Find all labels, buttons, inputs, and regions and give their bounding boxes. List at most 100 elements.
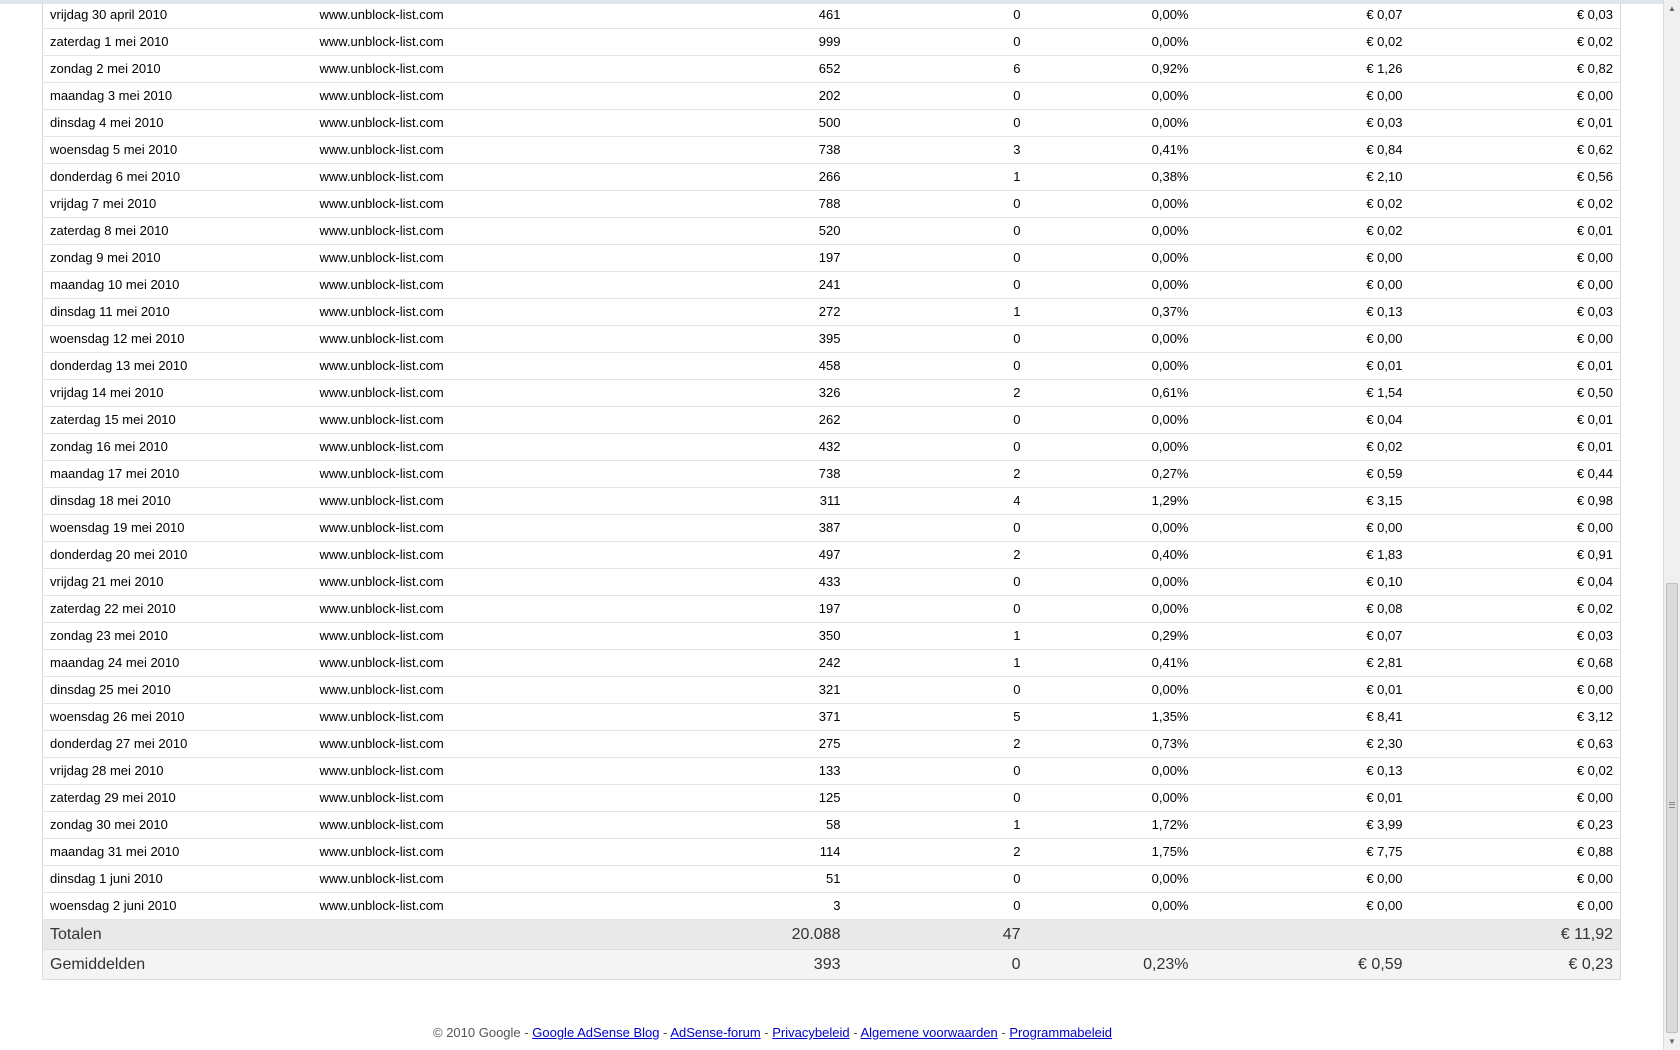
footer-link-adsense-forum[interactable]: AdSense-forum [670,1025,760,1040]
table-row: woensdag 26 mei 2010 www.unblock-list.com… [42,703,1621,731]
totals-views: 20.088 [592,919,848,950]
table-row: maandag 17 mei 2010 www.unblock-list.com 7… [42,460,1621,488]
cell-clicks: 2 [847,730,1028,758]
cell-views: 432 [592,433,848,461]
table-row: vrijdag 14 mei 2010 www.unblock-list.com 3… [42,379,1621,407]
totals-earnings: € 11,92 [1409,919,1621,950]
cell-clicks: 0 [847,352,1028,380]
cell-date: maandag 10 mei 2010 [42,271,313,299]
cell-views: 999 [592,28,848,56]
cell-clicks: 0 [847,568,1028,596]
averages-ecpm: € 0,59 [1195,949,1410,980]
cell-site: www.unblock-list.com [312,703,593,731]
footer-link-terms[interactable]: Algemene voorwaarden [860,1025,997,1040]
table-row: donderdag 6 mei 2010 www.unblock-list.com… [42,163,1621,191]
table-row: maandag 31 mei 2010 www.unblock-list.com 1… [42,838,1621,866]
totals-label: Totalen [42,919,313,950]
table-row: dinsdag 1 juni 2010 www.unblock-list.com 5… [42,865,1621,893]
cell-ctr: 0,00% [1027,217,1196,245]
cell-clicks: 0 [847,676,1028,704]
vertical-scrollbar[interactable]: ▲ ▼ [1663,0,1680,1050]
cell-views: 458 [592,352,848,380]
cell-site: www.unblock-list.com [312,298,593,326]
cell-site: www.unblock-list.com [312,838,593,866]
cell-ecpm: € 3,15 [1195,487,1410,515]
cell-clicks: 0 [847,784,1028,812]
cell-date: woensdag 2 juni 2010 [42,892,313,920]
cell-site: www.unblock-list.com [312,811,593,839]
scroll-up-arrow-icon[interactable]: ▲ [1664,0,1680,17]
cell-earnings: € 0,50 [1409,379,1621,407]
cell-earnings: € 0,03 [1409,298,1621,326]
cell-clicks: 1 [847,649,1028,677]
table-row: maandag 3 mei 2010 www.unblock-list.com 20… [42,82,1621,110]
table-row: donderdag 13 mei 2010 www.unblock-list.co… [42,352,1621,380]
cell-site: www.unblock-list.com [312,433,593,461]
cell-ecpm: € 0,02 [1195,28,1410,56]
cell-ecpm: € 0,00 [1195,244,1410,272]
cell-ecpm: € 0,00 [1195,514,1410,542]
cell-date: vrijdag 30 april 2010 [42,2,313,29]
table-row: maandag 24 mei 2010 www.unblock-list.com 2… [42,649,1621,677]
cell-clicks: 1 [847,163,1028,191]
cell-ecpm: € 7,75 [1195,838,1410,866]
table-row: donderdag 27 mei 2010 www.unblock-list.co… [42,730,1621,758]
scroll-down-arrow-icon[interactable]: ▼ [1664,1033,1680,1050]
cell-ctr: 0,00% [1027,676,1196,704]
cell-date: donderdag 13 mei 2010 [42,352,313,380]
cell-ctr: 0,00% [1027,190,1196,218]
cell-ecpm: € 2,30 [1195,730,1410,758]
cell-site: www.unblock-list.com [312,325,593,353]
cell-site: www.unblock-list.com [312,568,593,596]
cell-date: dinsdag 1 juni 2010 [42,865,313,893]
cell-site: www.unblock-list.com [312,730,593,758]
cell-site: www.unblock-list.com [312,352,593,380]
totals-ecpm [1195,919,1410,950]
cell-ecpm: € 0,03 [1195,109,1410,137]
cell-earnings: € 0,02 [1409,28,1621,56]
cell-earnings: € 0,03 [1409,622,1621,650]
cell-clicks: 4 [847,487,1028,515]
footer-link-program-policies[interactable]: Programmabeleid [1009,1025,1112,1040]
cell-clicks: 0 [847,28,1028,56]
cell-views: 788 [592,190,848,218]
cell-ecpm: € 0,13 [1195,298,1410,326]
cell-site: www.unblock-list.com [312,217,593,245]
cell-ecpm: € 2,81 [1195,649,1410,677]
cell-ctr: 1,29% [1027,487,1196,515]
cell-earnings: € 3,12 [1409,703,1621,731]
cell-clicks: 0 [847,325,1028,353]
cell-date: woensdag 12 mei 2010 [42,325,313,353]
cell-ecpm: € 0,00 [1195,325,1410,353]
cell-views: 500 [592,109,848,137]
cell-earnings: € 0,04 [1409,568,1621,596]
cell-ecpm: € 3,99 [1195,811,1410,839]
cell-ecpm: € 0,08 [1195,595,1410,623]
cell-date: maandag 3 mei 2010 [42,82,313,110]
cell-views: 326 [592,379,848,407]
scrollbar-thumb[interactable] [1666,583,1678,1033]
table-row: maandag 10 mei 2010 www.unblock-list.com 2… [42,271,1621,299]
footer-separator: - [764,1025,769,1040]
cell-site: www.unblock-list.com [312,271,593,299]
cell-ecpm: € 0,59 [1195,460,1410,488]
cell-earnings: € 0,01 [1409,406,1621,434]
table-row: zondag 30 mei 2010 www.unblock-list.com 58… [42,811,1621,839]
cell-earnings: € 0,91 [1409,541,1621,569]
cell-date: dinsdag 18 mei 2010 [42,487,313,515]
footer-link-adsense-blog[interactable]: Google AdSense Blog [532,1025,659,1040]
cell-date: zaterdag 15 mei 2010 [42,406,313,434]
table-row: zaterdag 29 mei 2010 www.unblock-list.com… [42,784,1621,812]
cell-earnings: € 0,44 [1409,460,1621,488]
table-row: zondag 9 mei 2010 www.unblock-list.com 197… [42,244,1621,272]
table-row: vrijdag 30 april 2010 www.unblock-list.co… [42,2,1621,29]
totals-clicks: 47 [847,919,1028,950]
table-row: vrijdag 28 mei 2010 www.unblock-list.com 1… [42,757,1621,785]
footer-copyright: © 2010 Google [433,1025,521,1040]
cell-earnings: € 0,00 [1409,82,1621,110]
table-row: woensdag 12 mei 2010 www.unblock-list.com… [42,325,1621,353]
cell-date: donderdag 27 mei 2010 [42,730,313,758]
footer-link-privacy[interactable]: Privacybeleid [772,1025,849,1040]
cell-date: zondag 16 mei 2010 [42,433,313,461]
cell-site: www.unblock-list.com [312,865,593,893]
